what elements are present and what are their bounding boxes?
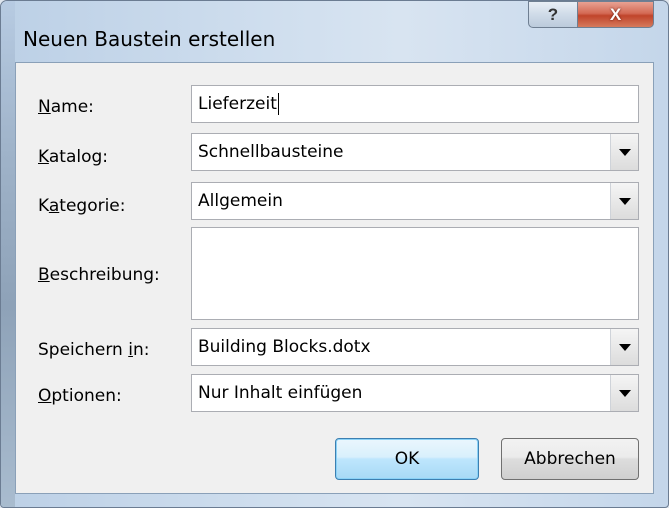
name-input[interactable]: Lieferzeit [191,85,639,123]
katalog-value: Schnellbausteine [198,142,344,162]
optionen-value: Nur Inhalt einfügen [198,383,363,403]
dialog-title: Neuen Baustein erstellen [23,27,276,51]
cancel-button[interactable]: Abbrechen [501,438,639,480]
speichern-value: Building Blocks.dotx [198,337,371,357]
close-icon: X [609,4,622,24]
kategorie-value: Allgemein [198,191,283,211]
name-label: Name: [38,97,94,117]
optionen-label: Optionen: [38,386,122,406]
caption-buttons: ? X [528,1,654,37]
ok-button[interactable]: OK [335,438,479,480]
speichern-label: Speichern in: [38,340,150,360]
katalog-dropdown-button[interactable] [610,134,638,170]
name-value: Lieferzeit [198,94,277,114]
dialog-client-area: Name: Lieferzeit Katalog: Schnellbaustei… [15,62,654,494]
chevron-down-icon [618,343,631,351]
help-icon: ? [547,4,559,24]
window-frame [1,1,15,507]
optionen-dropdown-button[interactable] [610,375,638,411]
kategorie-select[interactable]: Allgemein [191,182,639,220]
text-caret [277,93,279,115]
beschreibung-textarea[interactable] [191,227,639,320]
katalog-label: Katalog: [38,147,109,167]
chevron-down-icon [618,148,631,156]
speichern-dropdown-button[interactable] [610,329,638,365]
kategorie-label: Kategorie: [38,196,126,216]
chevron-down-icon [618,389,631,397]
dialog-window: Neuen Baustein erstellen ? X Name: Liefe… [0,0,669,508]
close-button[interactable]: X [578,1,654,28]
chevron-down-icon [618,197,631,205]
help-button[interactable]: ? [528,1,578,28]
optionen-select[interactable]: Nur Inhalt einfügen [191,374,639,412]
beschreibung-label: Beschreibung: [38,265,160,285]
kategorie-dropdown-button[interactable] [610,183,638,219]
speichern-select[interactable]: Building Blocks.dotx [191,328,639,366]
katalog-select[interactable]: Schnellbausteine [191,133,639,171]
